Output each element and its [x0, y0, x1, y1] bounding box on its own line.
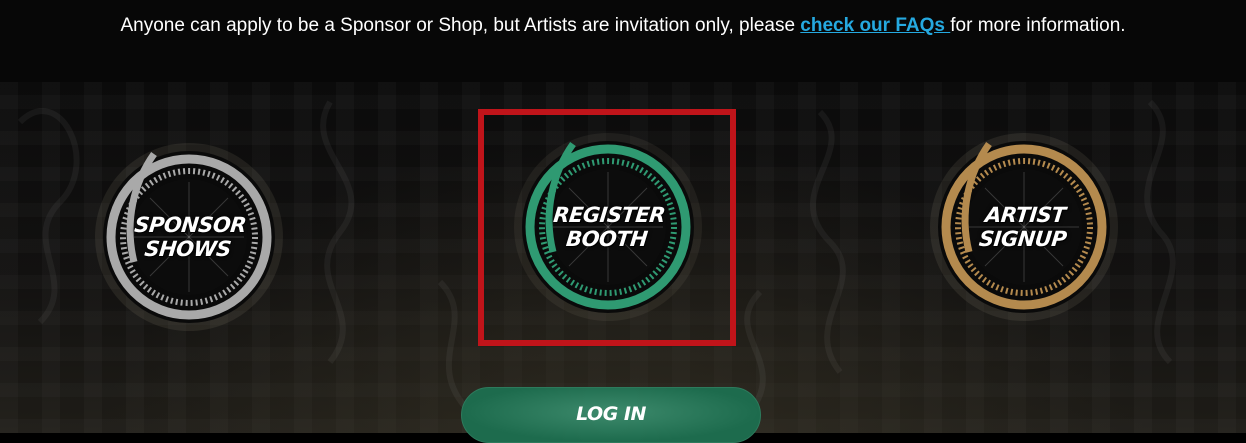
top-notice-bar: Anyone can apply to be a Sponsor or Shop… — [0, 0, 1246, 82]
faq-link[interactable]: check our FAQs — [800, 15, 950, 36]
login-button-label: LOG IN — [576, 403, 646, 425]
selection-highlight-box — [478, 109, 736, 346]
sponsor-shows-badge[interactable]: SPONSOR SHOWS — [94, 142, 284, 332]
badge-line-1: ARTIST — [983, 203, 1067, 227]
login-button[interactable]: LOG IN — [461, 387, 761, 443]
notice-text-after: for more information. — [950, 15, 1126, 36]
notice-text-before: Anyone can apply to be a Sponsor or Shop… — [120, 15, 801, 36]
notice-text: Anyone can apply to be a Sponsor or Shop… — [0, 12, 1246, 40]
badge-line-1: SPONSOR — [133, 213, 248, 237]
badge-line-2: SIGNUP — [977, 227, 1068, 251]
artist-signup-label: ARTIST SIGNUP — [919, 132, 1129, 322]
artist-signup-badge[interactable]: ARTIST SIGNUP — [929, 132, 1119, 322]
sponsor-shows-label: SPONSOR SHOWS — [84, 142, 294, 332]
badge-line-2: SHOWS — [143, 237, 233, 261]
